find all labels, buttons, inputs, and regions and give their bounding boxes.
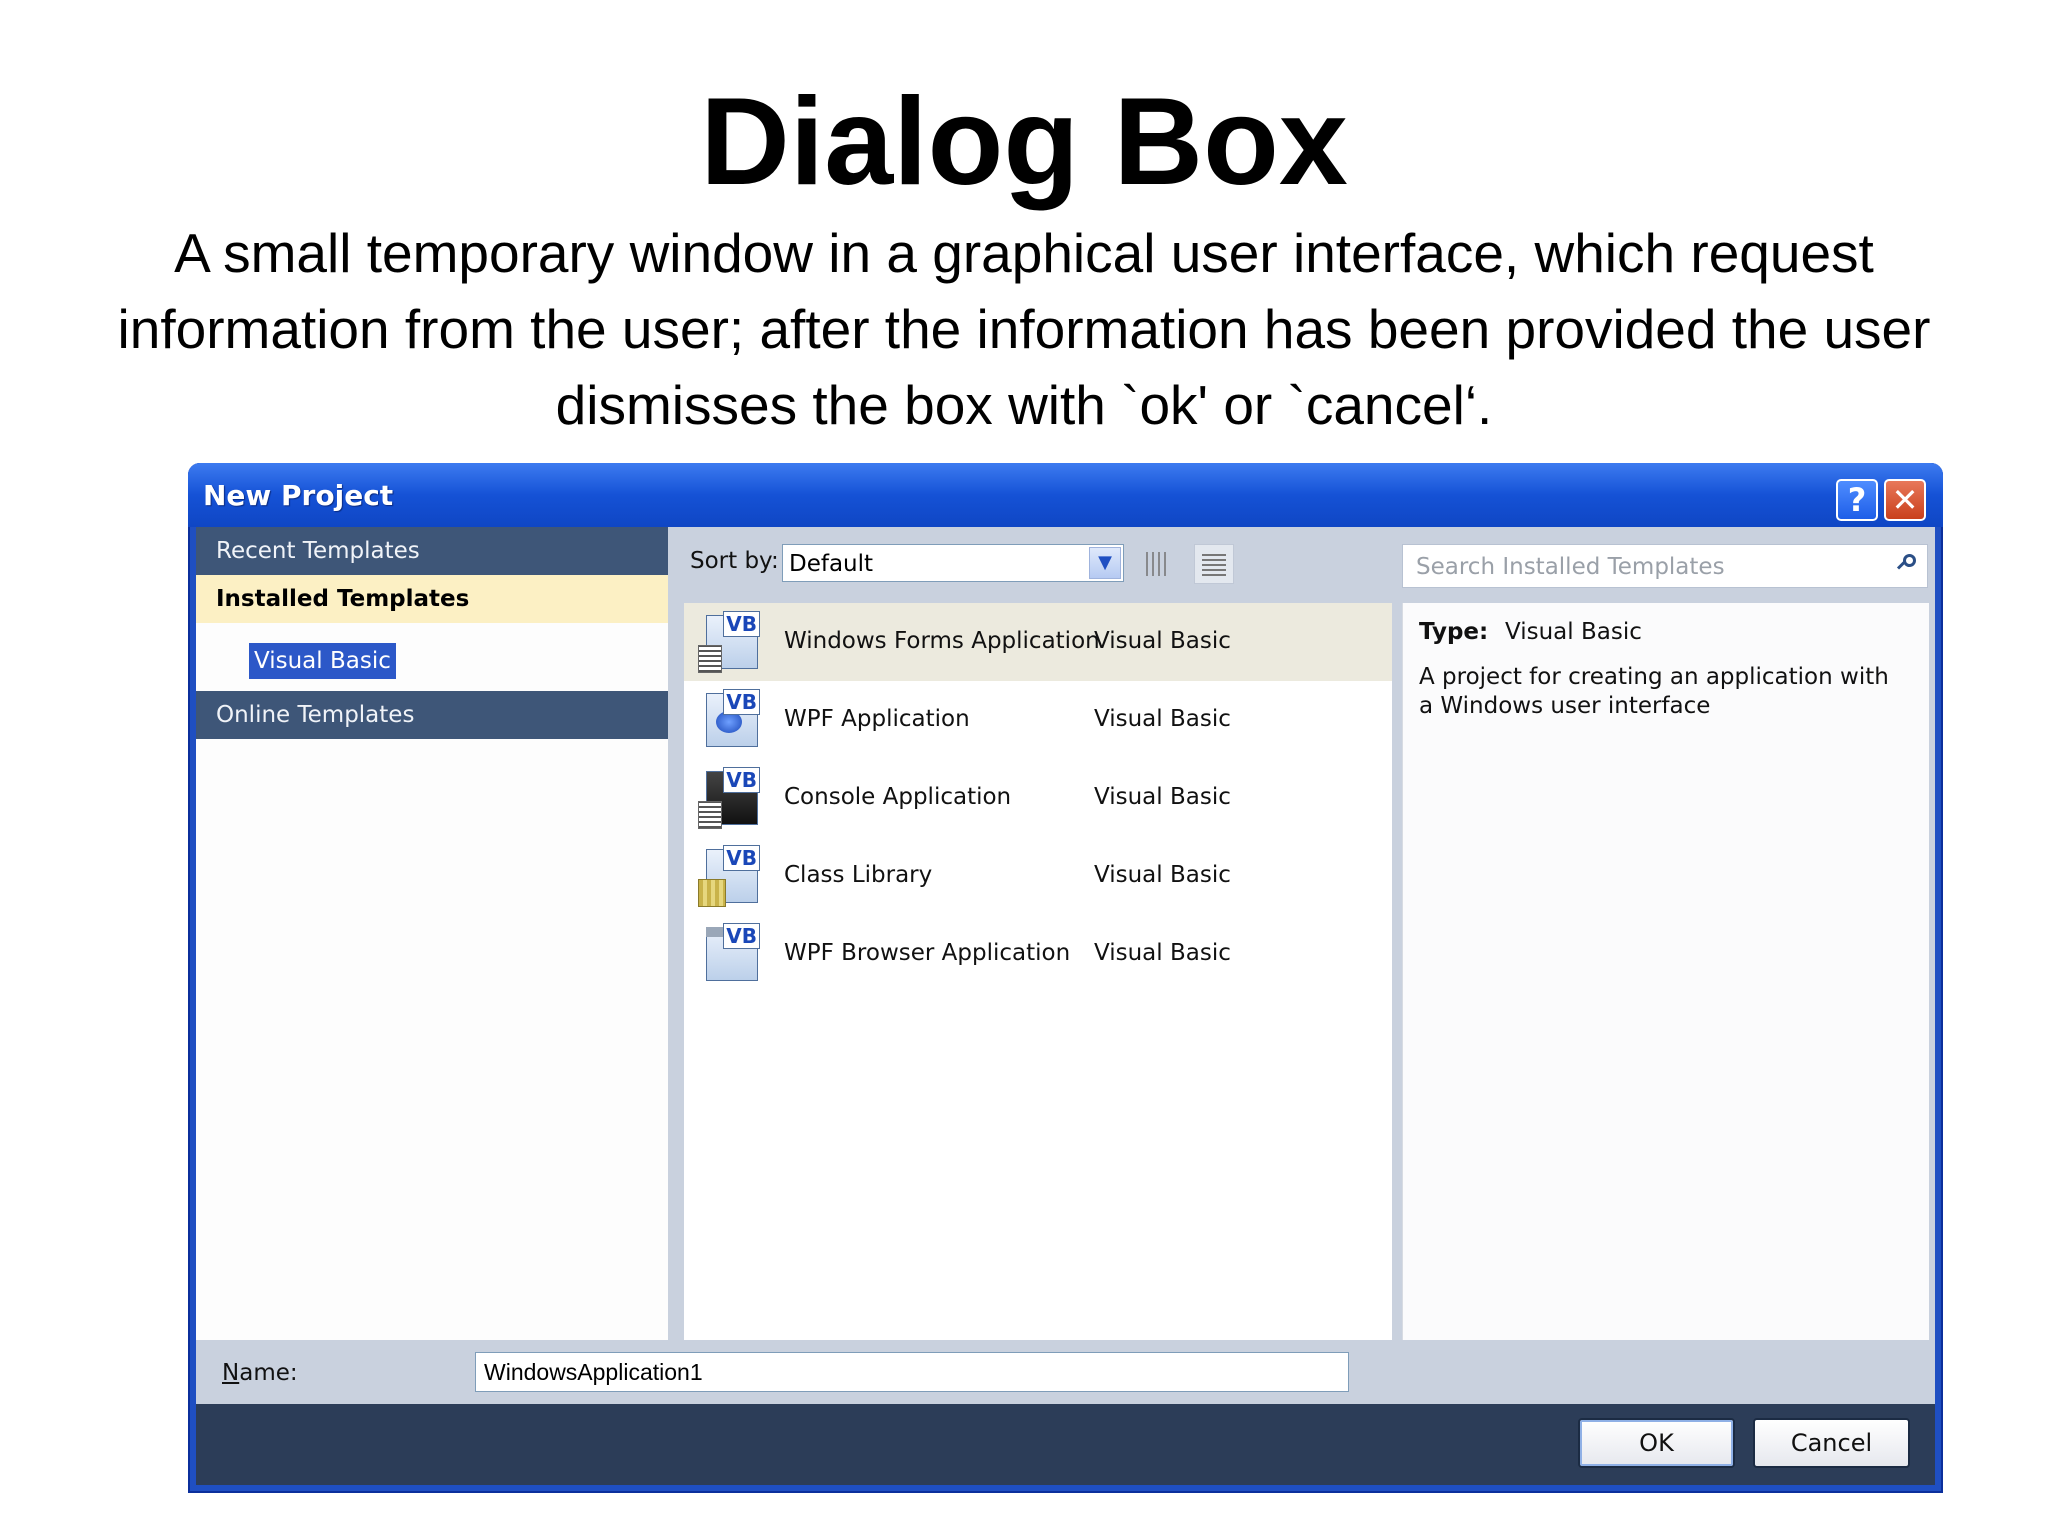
dialog-titlebar[interactable]: New Project ? ✕ bbox=[188, 463, 1943, 527]
small-icons-view-button[interactable] bbox=[1194, 544, 1234, 584]
sort-label: Sort by: bbox=[690, 548, 779, 574]
chevron-down-icon[interactable]: ▼ bbox=[1089, 547, 1121, 579]
search-icon[interactable] bbox=[1897, 554, 1917, 574]
new-project-dialog: New Project ? ✕ Recent Templates Install… bbox=[188, 463, 1943, 1493]
templates-pane: Sort by: Default ▼ VB Windows Forms Appl… bbox=[668, 527, 1395, 1340]
windows-forms-icon: VB bbox=[698, 611, 760, 673]
template-categories-pane: Recent Templates Installed Templates Vis… bbox=[196, 527, 668, 1340]
nav-installed-templates[interactable]: Installed Templates bbox=[196, 575, 668, 623]
template-description: A project for creating an application wi… bbox=[1419, 664, 1889, 719]
close-icon: ✕ bbox=[1891, 481, 1919, 519]
close-button[interactable]: ✕ bbox=[1884, 479, 1926, 521]
template-language: Visual Basic bbox=[1094, 706, 1231, 732]
template-list: VB Windows Forms Application Visual Basi… bbox=[684, 603, 1392, 1340]
list-view-icon bbox=[1202, 552, 1226, 576]
template-name: Class Library bbox=[784, 862, 933, 888]
sort-value: Default bbox=[789, 551, 874, 577]
large-icons-view-button[interactable] bbox=[1138, 544, 1178, 584]
nav-recent-templates[interactable]: Recent Templates bbox=[196, 527, 668, 575]
type-label: Type: bbox=[1419, 619, 1489, 645]
dialog-title: New Project bbox=[203, 479, 394, 512]
search-placeholder: Search Installed Templates bbox=[1416, 554, 1725, 580]
template-row-windows-forms[interactable]: VB Windows Forms Application Visual Basi… bbox=[684, 603, 1392, 681]
help-button[interactable]: ? bbox=[1836, 479, 1878, 521]
wpf-browser-application-icon: VB bbox=[698, 923, 760, 985]
template-language: Visual Basic bbox=[1094, 784, 1231, 810]
nav-visual-basic[interactable]: Visual Basic bbox=[249, 643, 396, 679]
dialog-content: Recent Templates Installed Templates Vis… bbox=[196, 527, 1935, 1485]
wpf-application-icon: VB bbox=[698, 689, 760, 751]
help-icon: ? bbox=[1847, 481, 1867, 519]
name-bar: Name: bbox=[196, 1340, 1935, 1404]
class-library-icon: VB bbox=[698, 845, 760, 907]
sort-dropdown[interactable]: Default ▼ bbox=[782, 544, 1124, 582]
name-label: Name: bbox=[222, 1360, 298, 1386]
template-row-class-library[interactable]: VB Class Library Visual Basic bbox=[684, 837, 1392, 915]
nav-online-templates[interactable]: Online Templates bbox=[196, 691, 668, 739]
type-value: Visual Basic bbox=[1505, 619, 1642, 645]
template-info-pane: Search Installed Templates Type: Visual … bbox=[1395, 527, 1935, 1340]
console-application-icon: VB bbox=[698, 767, 760, 829]
template-row-wpf-browser[interactable]: VB WPF Browser Application Visual Basic bbox=[684, 915, 1392, 993]
template-name: WPF Browser Application bbox=[784, 940, 1071, 966]
template-description-panel: Type: Visual Basic A project for creatin… bbox=[1402, 603, 1929, 1340]
search-installed-templates-input[interactable]: Search Installed Templates bbox=[1402, 544, 1928, 588]
template-language: Visual Basic bbox=[1094, 628, 1231, 654]
cancel-button[interactable]: Cancel bbox=[1753, 1418, 1910, 1468]
slide-description: A small temporary window in a graphical … bbox=[117, 222, 1931, 436]
template-language: Visual Basic bbox=[1094, 940, 1231, 966]
ok-button[interactable]: OK bbox=[1578, 1418, 1735, 1468]
project-name-input[interactable] bbox=[475, 1352, 1349, 1392]
template-row-wpf[interactable]: VB WPF Application Visual Basic bbox=[684, 681, 1392, 759]
dialog-button-bar: OK Cancel bbox=[196, 1404, 1935, 1485]
template-name: Console Application bbox=[784, 784, 1012, 810]
template-name: WPF Application bbox=[784, 706, 970, 732]
large-icons-icon bbox=[1146, 552, 1170, 576]
slide-title: Dialog Box bbox=[700, 73, 1348, 211]
template-row-console[interactable]: VB Console Application Visual Basic bbox=[684, 759, 1392, 837]
template-name: Windows Forms Application bbox=[784, 628, 1100, 654]
template-language: Visual Basic bbox=[1094, 862, 1231, 888]
